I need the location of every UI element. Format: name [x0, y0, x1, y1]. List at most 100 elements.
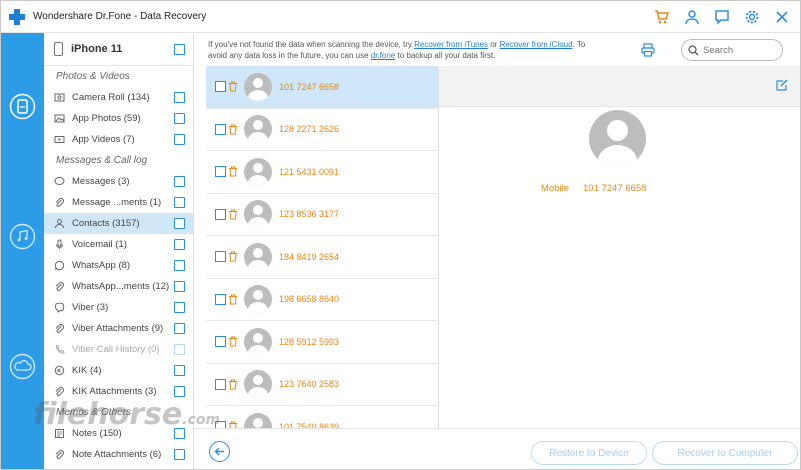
category-checkbox[interactable] [174, 197, 185, 208]
gear-icon[interactable] [744, 9, 760, 25]
deleted-trash-icon [228, 124, 238, 135]
sidebar-item-message-ments[interactable]: Message ...ments (1) [44, 192, 193, 213]
edit-icon[interactable] [775, 78, 789, 92]
device-recovery-icon[interactable] [9, 93, 36, 120]
attachment-icon [54, 386, 65, 397]
recover-icloud-link[interactable]: Recover from iCloud [500, 40, 573, 49]
contact-row[interactable]: 101 7540 8639 [206, 406, 438, 428]
search-input[interactable] [703, 44, 773, 56]
contact-number: 101 7247 6658 [279, 81, 340, 92]
sidebar-item-messages[interactable]: Messages (3) [44, 171, 193, 192]
section-heading: Messages & Call log [56, 155, 148, 166]
recover-to-computer-button[interactable]: Recover to Computer [652, 441, 798, 465]
bottom-bar: Restore to Device Recover to Computer [194, 428, 800, 469]
sidebar-item-app-videos[interactable]: App Videos (7) [44, 129, 193, 150]
category-checkbox[interactable] [174, 386, 185, 397]
itunes-recovery-icon[interactable] [9, 223, 36, 250]
contact-row[interactable]: 121 5431 0091 [206, 151, 438, 194]
back-button[interactable] [209, 441, 230, 462]
contact-row[interactable]: 198 6658 8640 [206, 279, 438, 321]
drfone-link[interactable]: dr.fone [371, 51, 395, 60]
sidebar-item-viber-attachments[interactable]: Viber Attachments (9) [44, 318, 193, 339]
category-checkbox[interactable] [174, 365, 185, 376]
deleted-trash-icon [228, 81, 238, 92]
contact-number: 121 5431 0091 [279, 166, 340, 177]
select-all-checkbox[interactable] [174, 44, 185, 55]
contact-row[interactable]: 123 8536 3177 [206, 194, 438, 236]
sidebar-item-label: Viber Call History (0) [72, 344, 160, 355]
sidebar-item-note-attachments[interactable]: Note Attachments (6) [44, 444, 193, 465]
sidebar-item-voicemail[interactable]: Voicemail (1) [44, 234, 193, 255]
sidebar-item-label: Camera Roll (134) [72, 92, 150, 103]
category-checkbox[interactable] [174, 92, 185, 103]
sidebar-item-label: App Videos (7) [72, 134, 135, 145]
category-checkbox[interactable] [174, 344, 185, 355]
category-checkbox[interactable] [174, 176, 185, 187]
contact-avatar [244, 327, 272, 356]
recover-itunes-link[interactable]: Recover from iTunes [414, 40, 488, 49]
sidebar-item-camera-roll[interactable]: Camera Roll (134) [44, 87, 193, 108]
contacts-icon [54, 218, 65, 229]
call-history-icon [54, 344, 65, 355]
sidebar-item-viber[interactable]: Viber (3) [44, 297, 193, 318]
contact-number: 128 2271 2626 [279, 124, 340, 135]
contact-number: 184 8419 2654 [279, 251, 340, 262]
category-checkbox[interactable] [174, 113, 185, 124]
deleted-trash-icon [228, 336, 238, 347]
category-checkbox[interactable] [174, 281, 185, 292]
sidebar-item-whatsapp[interactable]: WhatsApp (8) [44, 255, 193, 276]
category-checkbox[interactable] [174, 302, 185, 313]
feedback-icon[interactable] [714, 9, 730, 25]
deleted-trash-icon [228, 421, 238, 428]
contact-row[interactable]: 128 2271 2626 [206, 109, 438, 151]
sidebar-item-label: Message ...ments (1) [72, 197, 162, 208]
sidebar-item-kik[interactable]: KIK (4) [44, 360, 193, 381]
category-checkbox[interactable] [174, 323, 185, 334]
contact-row[interactable]: 128 5912 5993 [206, 321, 438, 364]
kik-icon [54, 365, 65, 376]
icloud-recovery-icon[interactable] [9, 353, 36, 380]
sidebar-item-label: KIK Attachments (3) [72, 386, 157, 397]
sidebar-item-label: Note Attachments (6) [72, 449, 162, 460]
sidebar-item-contacts[interactable]: Contacts (3157) [44, 213, 193, 234]
account-icon[interactable] [684, 9, 700, 25]
sidebar-item-viber-call-history[interactable]: Viber Call History (0) [44, 339, 193, 360]
contact-checkbox[interactable] [215, 378, 226, 390]
category-checkbox[interactable] [174, 260, 185, 271]
contact-checkbox[interactable] [215, 123, 226, 135]
contact-checkbox[interactable] [215, 208, 226, 220]
sidebar-item-app-photos[interactable]: App Photos (59) [44, 108, 193, 129]
attachment-icon [54, 323, 65, 334]
sidebar-item-whatsapp-ments[interactable]: WhatsApp...ments (12) [44, 276, 193, 297]
contact-checkbox[interactable] [215, 293, 226, 305]
category-checkbox[interactable] [174, 134, 185, 145]
restore-to-device-button[interactable]: Restore to Device [531, 441, 647, 465]
window-title: Wondershare Dr.Fone - Data Recovery [33, 11, 207, 22]
contact-avatar [244, 242, 272, 271]
close-icon[interactable] [774, 9, 790, 25]
print-icon[interactable] [641, 43, 655, 57]
drfone-logo-icon [9, 8, 25, 25]
contact-row[interactable]: 123 7640 2583 [206, 364, 438, 406]
sidebar-item-label: Contacts (3157) [72, 218, 140, 229]
contact-checkbox[interactable] [215, 336, 226, 348]
arrow-left-icon [214, 447, 224, 456]
category-checkbox[interactable] [174, 449, 185, 460]
category-checkbox[interactable] [174, 239, 185, 250]
attachment-icon [54, 281, 65, 292]
category-checkbox[interactable] [174, 218, 185, 229]
contact-row[interactable]: 184 8419 2654 [206, 236, 438, 279]
contact-checkbox[interactable] [215, 81, 226, 93]
search-box[interactable] [681, 39, 783, 61]
contact-checkbox[interactable] [215, 251, 226, 263]
sidebar-item-label: KIK (4) [72, 365, 102, 376]
app-photos-icon [54, 113, 65, 124]
cart-icon[interactable] [654, 9, 670, 25]
notice-text: or [488, 40, 500, 49]
contact-checkbox[interactable] [215, 166, 226, 178]
contact-number: 123 7640 2583 [279, 379, 340, 390]
contact-list[interactable]: 101 7247 6658 128 2271 2626 121 5431 0091 1… [206, 66, 439, 428]
contact-row[interactable]: 101 7247 6658 [206, 66, 438, 109]
contact-avatar [244, 200, 272, 229]
device-header[interactable]: iPhone 11 [44, 33, 193, 66]
